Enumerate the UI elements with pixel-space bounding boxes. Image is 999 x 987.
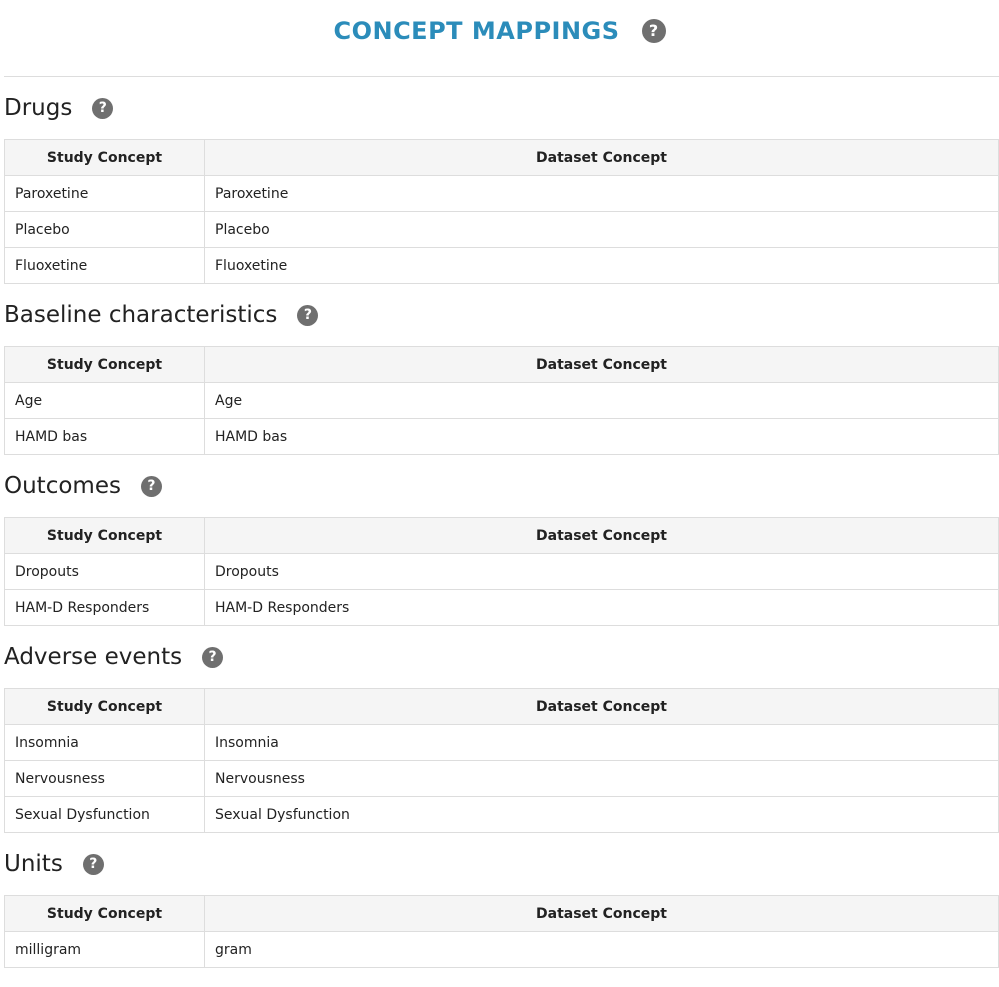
table-header-row: Study Concept Dataset Concept xyxy=(4,346,999,383)
table-row: Dropouts Dropouts xyxy=(4,553,999,590)
help-icon[interactable]: ? xyxy=(92,97,114,119)
mapping-table: Study Concept Dataset Concept Paroxetine Pa… xyxy=(4,139,999,284)
section-title: Units xyxy=(4,851,63,877)
study-concept-cell: milligram xyxy=(4,931,205,968)
table-header-row: Study Concept Dataset Concept xyxy=(4,688,999,725)
study-concept-cell: Paroxetine xyxy=(4,175,205,212)
study-concept-cell: Age xyxy=(4,382,205,419)
table-row: Placebo Placebo xyxy=(4,211,999,248)
table-header-row: Study Concept Dataset Concept xyxy=(4,895,999,932)
study-concept-header: Study Concept xyxy=(4,895,205,932)
table-row: HAM-D Responders HAM-D Responders xyxy=(4,589,999,626)
mapping-section: Drugs? Study Concept Dataset Concept Paroxe… xyxy=(4,77,999,284)
dataset-concept-cell: Nervousness xyxy=(204,760,999,797)
dataset-concept-cell: HAMD bas xyxy=(204,418,999,455)
dataset-concept-header: Dataset Concept xyxy=(204,517,999,554)
dataset-concept-cell: Dropouts xyxy=(204,553,999,590)
dataset-concept-cell: Insomnia xyxy=(204,724,999,761)
dataset-concept-cell: Paroxetine xyxy=(204,175,999,212)
help-icon[interactable]: ? xyxy=(82,853,104,875)
study-concept-cell: Insomnia xyxy=(4,724,205,761)
mapping-section: Baseline characteristics? Study Concept Da… xyxy=(4,284,999,455)
mapping-table: Study Concept Dataset Concept Age Age HAMD b… xyxy=(4,346,999,455)
help-icon[interactable]: ? xyxy=(641,19,666,43)
page-header: CONCEPT MAPPINGS ? xyxy=(0,0,999,62)
sections-container: Drugs? Study Concept Dataset Concept Paroxe… xyxy=(0,77,999,968)
dataset-concept-cell: Placebo xyxy=(204,211,999,248)
section-header: Outcomes? xyxy=(4,455,999,517)
table-row: Paroxetine Paroxetine xyxy=(4,175,999,212)
study-concept-cell: Placebo xyxy=(4,211,205,248)
mapping-section: Outcomes? Study Concept Dataset Concept Dro… xyxy=(4,455,999,626)
study-concept-cell: Fluoxetine xyxy=(4,247,205,284)
table-header-row: Study Concept Dataset Concept xyxy=(4,139,999,176)
study-concept-cell: Sexual Dysfunction xyxy=(4,796,205,833)
table-row: Fluoxetine Fluoxetine xyxy=(4,247,999,284)
table-row: milligram gram xyxy=(4,931,999,968)
dataset-concept-header: Dataset Concept xyxy=(204,139,999,176)
dataset-concept-cell: Age xyxy=(204,382,999,419)
section-header: Units? xyxy=(4,833,999,895)
table-row: HAMD bas HAMD bas xyxy=(4,418,999,455)
mapping-table: Study Concept Dataset Concept Dropouts Drop… xyxy=(4,517,999,626)
section-title: Baseline characteristics xyxy=(4,302,278,328)
dataset-concept-header: Dataset Concept xyxy=(204,688,999,725)
dataset-concept-header: Dataset Concept xyxy=(204,346,999,383)
table-row: Age Age xyxy=(4,382,999,419)
dataset-concept-cell: gram xyxy=(204,931,999,968)
table-row: Insomnia Insomnia xyxy=(4,724,999,761)
mapping-section: Adverse events? Study Concept Dataset Conc… xyxy=(4,626,999,833)
section-header: Adverse events? xyxy=(4,626,999,688)
concept-mappings-page: CONCEPT MAPPINGS ? Drugs? Study Concept Da… xyxy=(0,0,999,968)
dataset-concept-cell: Sexual Dysfunction xyxy=(204,796,999,833)
study-concept-header: Study Concept xyxy=(4,517,205,554)
study-concept-cell: Dropouts xyxy=(4,553,205,590)
study-concept-header: Study Concept xyxy=(4,688,205,725)
section-header: Baseline characteristics? xyxy=(4,284,999,346)
section-title: Drugs xyxy=(4,95,73,121)
help-icon[interactable]: ? xyxy=(140,475,162,497)
table-header-row: Study Concept Dataset Concept xyxy=(4,517,999,554)
mapping-table: Study Concept Dataset Concept milligram gra… xyxy=(4,895,999,968)
section-title: Outcomes xyxy=(4,473,121,499)
dataset-concept-cell: Fluoxetine xyxy=(204,247,999,284)
study-concept-header: Study Concept xyxy=(4,346,205,383)
study-concept-cell: HAM-D Responders xyxy=(4,589,205,626)
mapping-table: Study Concept Dataset Concept Insomnia Inso… xyxy=(4,688,999,833)
study-concept-cell: Nervousness xyxy=(4,760,205,797)
dataset-concept-header: Dataset Concept xyxy=(204,895,999,932)
help-icon[interactable]: ? xyxy=(202,646,224,668)
dataset-concept-cell: HAM-D Responders xyxy=(204,589,999,626)
table-row: Sexual Dysfunction Sexual Dysfunction xyxy=(4,796,999,833)
section-title: Adverse events xyxy=(4,644,183,670)
mapping-section: Units? Study Concept Dataset Concept millig… xyxy=(4,833,999,968)
table-row: Nervousness Nervousness xyxy=(4,760,999,797)
section-header: Drugs? xyxy=(4,77,999,139)
study-concept-header: Study Concept xyxy=(4,139,205,176)
study-concept-cell: HAMD bas xyxy=(4,418,205,455)
help-icon[interactable]: ? xyxy=(297,304,319,326)
page-title: CONCEPT MAPPINGS xyxy=(333,17,620,45)
